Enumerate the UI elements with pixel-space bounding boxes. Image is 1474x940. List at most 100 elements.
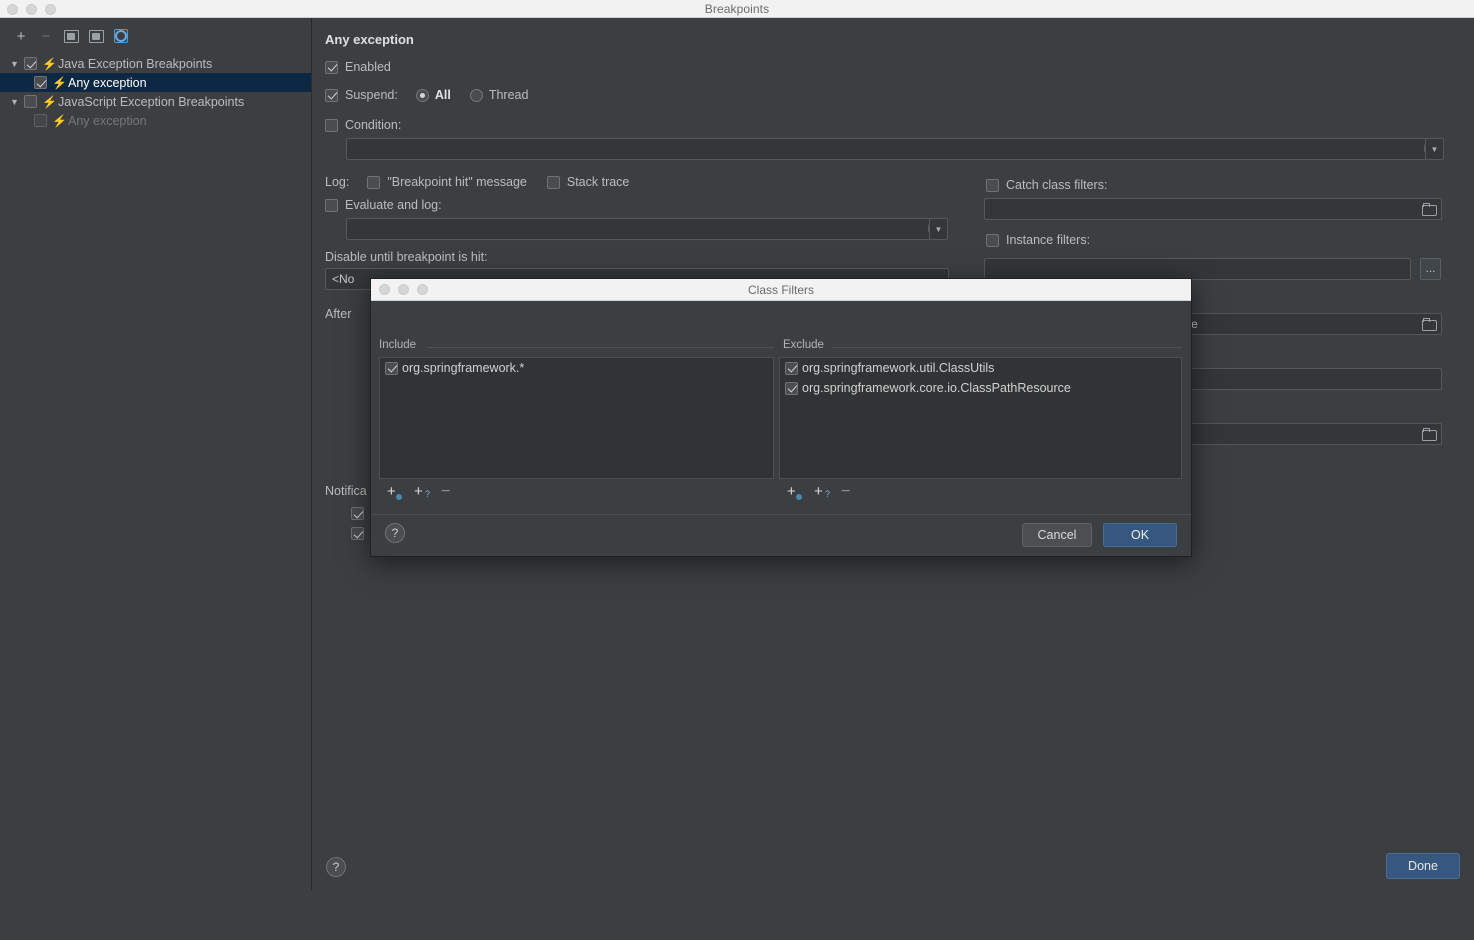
list-item[interactable]: org.springframework.util.ClassUtils [780,358,1181,378]
suspend-thread-option[interactable]: Thread [469,88,528,102]
instance-filters-label: Instance filters: [1006,233,1091,247]
minimize-dot[interactable] [26,4,37,15]
add-pattern-filter-icon[interactable]: +? [414,484,430,500]
condition-row: Condition: [325,118,401,132]
dialog-body: Include org.springframework.* + +? − Exc… [371,301,1191,514]
folder-icon[interactable] [1422,203,1437,216]
maximize-dot[interactable] [45,4,56,15]
suspend-all-option[interactable]: All [415,88,451,102]
close-dot[interactable] [379,284,390,295]
tree-checkbox[interactable] [24,95,37,108]
remove-filter-icon[interactable]: − [441,483,456,500]
include-item-checkbox[interactable] [385,361,398,375]
folder-icon[interactable] [1422,318,1437,331]
include-list[interactable]: org.springframework.* [379,357,774,479]
exclude-item-checkbox[interactable] [785,361,798,375]
folder-icon[interactable] [1422,428,1437,441]
tree-item-label: JavaScript Exception Breakpoints [58,94,245,109]
include-header: Include [379,339,417,351]
ok-button[interactable]: OK [1103,523,1177,547]
instance-filters-checkbox[interactable] [986,233,999,247]
include-item-label: org.springframework.* [402,361,525,375]
add-class-filter-icon[interactable]: + [787,484,802,500]
tree-checkbox[interactable] [34,114,47,127]
close-dot[interactable] [7,4,18,15]
notification-checkbox-1[interactable] [351,507,364,520]
window-titlebar: Breakpoints [0,0,1474,18]
tree-item-label: Java Exception Breakpoints [58,56,213,71]
log-stack-trace-label: Stack trace [566,175,630,189]
log-stack-trace-checkbox[interactable] [546,175,560,189]
evaluate-and-log-row: Evaluate and log: [325,198,442,212]
condition-dropdown-button[interactable]: ▼ [1425,138,1444,160]
enabled-row: Enabled [325,60,391,74]
tree-row-java-exception-breakpoints[interactable]: ▼ ⚡ Java Exception Breakpoints [0,54,311,73]
exception-bolt-icon: ⚡ [52,75,67,90]
remove-filter-icon[interactable]: − [841,483,856,500]
suspend-all-radio[interactable] [415,88,429,102]
class-filters-dialog: Class Filters Include org.springframewor… [370,278,1192,557]
suspend-thread-radio[interactable] [469,88,483,102]
log-breakpoint-hit-label: "Breakpoint hit" message [387,175,527,189]
add-breakpoint-button[interactable]: + [12,27,30,45]
tree-item-label: Any exception [68,75,147,90]
breakpoints-window: Breakpoints + − ▼ ⚡ Java Exception Break… [0,0,1474,940]
include-toolbar: + +? − [379,481,774,503]
dialog-help-button[interactable]: ? [385,523,405,543]
list-item[interactable]: org.springframework.core.io.ClassPathRes… [780,378,1181,398]
list-item[interactable]: org.springframework.* [380,358,773,378]
catch-class-filters-checkbox[interactable] [986,178,999,192]
exclude-list[interactable]: org.springframework.util.ClassUtils org.… [779,357,1182,479]
chevron-down-icon[interactable]: ▼ [10,97,24,107]
exclude-item-checkbox[interactable] [785,381,798,395]
instance-filters-browse-button[interactable]: ... [1420,258,1441,280]
suspend-checkbox[interactable] [325,88,338,102]
log-breakpoint-hit-checkbox[interactable] [367,175,381,189]
tree-row-any-exception-java[interactable]: ⚡ Any exception [0,73,311,92]
enabled-label: Enabled [345,60,391,74]
breakpoints-tree: ▼ ⚡ Java Exception Breakpoints ⚡ Any exc… [0,54,311,130]
condition-checkbox[interactable] [325,118,338,132]
exclude-divider [831,347,1182,348]
cancel-button[interactable]: Cancel [1022,523,1092,547]
tree-row-javascript-exception-breakpoints[interactable]: ▼ ⚡ JavaScript Exception Breakpoints [0,92,311,111]
page-title: Any exception [325,32,414,47]
tree-checkbox[interactable] [34,76,47,89]
ellipsis-label: ... [1425,261,1436,275]
window-title: Breakpoints [704,1,770,16]
group-by-icon[interactable] [62,27,80,45]
exception-bolt-icon: ⚡ [52,113,67,128]
suspend-row: Suspend: All Thread [325,88,528,102]
condition-input[interactable]: ⇱ [346,138,1442,160]
catch-class-filters-input[interactable] [984,198,1442,220]
tree-checkbox[interactable] [24,57,37,70]
tree-item-label: Any exception [68,113,147,128]
chevron-down-icon[interactable]: ▼ [10,59,24,69]
evaluate-and-log-checkbox[interactable] [325,198,338,212]
chevron-down-icon: ▼ [1430,144,1439,154]
enabled-checkbox[interactable] [325,60,338,74]
save-icon[interactable] [87,27,105,45]
evaluate-and-log-input[interactable]: ⇱ [346,218,946,240]
chevron-down-icon: ▼ [934,224,943,234]
add-pattern-filter-icon[interactable]: +? [814,484,830,500]
notification-checkbox-2[interactable] [351,527,364,540]
exclude-item-label: org.springframework.util.ClassUtils [802,361,995,375]
minimize-dot[interactable] [398,284,409,295]
done-button[interactable]: Done [1386,853,1460,879]
disable-until-label: Disable until breakpoint is hit: [325,250,488,264]
tree-row-any-exception-javascript[interactable]: ⚡ Any exception [0,111,311,130]
after-label: After [325,307,351,321]
log-label: Log: [325,175,350,189]
disable-until-value: <No [332,272,355,286]
evaluate-and-log-dropdown-button[interactable]: ▼ [929,218,948,240]
instance-filters-row: Instance filters: [986,233,1090,247]
view-options-icon[interactable] [112,27,130,45]
help-button[interactable]: ? [326,857,346,877]
instance-filters-input[interactable] [984,258,1411,280]
remove-breakpoint-button[interactable]: − [37,27,55,45]
maximize-dot[interactable] [417,284,428,295]
exception-bolt-icon: ⚡ [42,56,57,71]
exclude-header: Exclude [783,339,824,351]
add-class-filter-icon[interactable]: + [387,484,402,500]
